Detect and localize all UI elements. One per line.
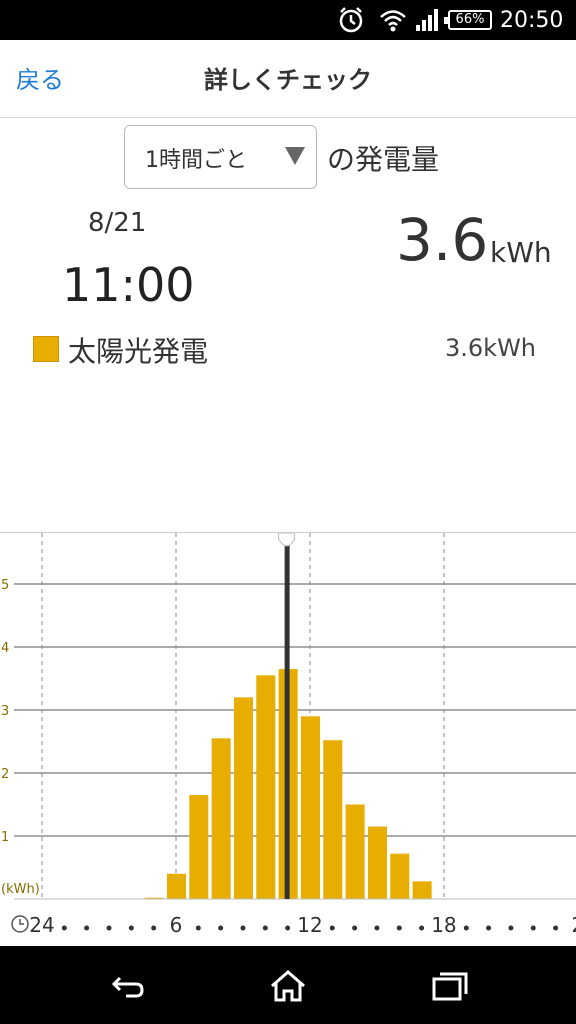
x-tick-dot xyxy=(463,925,469,931)
x-tick-dot xyxy=(218,925,224,931)
y-tick-label: 5 xyxy=(1,578,9,593)
bar[interactable] xyxy=(256,675,276,899)
bar[interactable] xyxy=(300,716,320,899)
total-value: 3.6 xyxy=(396,206,489,274)
selection-cursor[interactable] xyxy=(284,543,290,899)
y-axis-unit: (kWh) xyxy=(1,882,40,897)
selected-date: 8/21 xyxy=(88,208,147,238)
generation-chart[interactable]: 12345(kWh)24612182 xyxy=(0,532,576,946)
home-icon[interactable] xyxy=(264,966,312,1006)
battery-level: 66% xyxy=(444,10,492,30)
back-arrow-icon[interactable] xyxy=(104,966,152,1006)
bar[interactable] xyxy=(189,795,209,899)
nav-bar xyxy=(0,946,576,1024)
x-tick-label: 12 xyxy=(297,913,322,937)
bar[interactable] xyxy=(345,804,365,900)
x-tick-label: 2 xyxy=(572,913,576,937)
x-tick-dot xyxy=(352,925,358,931)
legend-label: 太陽光発電 xyxy=(68,335,209,368)
x-tick-dot xyxy=(419,925,425,931)
x-tick-dot xyxy=(486,925,492,931)
status-bar: 66% 20:50 xyxy=(0,0,576,40)
total-unit: kWh xyxy=(490,236,552,269)
alarm-icon xyxy=(336,0,366,40)
y-tick-label: 1 xyxy=(1,830,9,845)
interval-dropdown-value: 1時間ごと xyxy=(145,148,247,173)
x-tick-dot xyxy=(553,925,559,931)
signal-icon xyxy=(414,0,442,40)
x-tick-dot xyxy=(530,925,536,931)
x-tick-dot xyxy=(61,925,67,931)
x-tick-dot xyxy=(84,925,90,931)
bar[interactable] xyxy=(211,738,231,899)
x-tick-dot xyxy=(262,925,268,931)
legend-value: 3.6kWh xyxy=(445,334,537,362)
bar[interactable] xyxy=(390,853,410,899)
x-tick-label: 6 xyxy=(170,913,183,937)
bar[interactable] xyxy=(166,873,186,899)
legend-swatch xyxy=(33,336,59,362)
x-tick-dot xyxy=(106,925,112,931)
x-tick-dot xyxy=(329,925,335,931)
y-tick-label: 4 xyxy=(1,641,9,656)
selector-suffix: の発電量 xyxy=(327,143,440,176)
status-clock: 20:50 xyxy=(500,7,564,33)
app-bar: 戻る 詳しくチェック xyxy=(0,40,576,118)
y-tick-label: 3 xyxy=(1,704,9,719)
selection-handle[interactable] xyxy=(278,533,296,547)
wifi-icon xyxy=(378,0,408,40)
battery-icon: 66% xyxy=(444,0,492,40)
x-tick-dot xyxy=(128,925,134,931)
x-tick-dot xyxy=(285,925,291,931)
y-tick-label: 2 xyxy=(1,767,9,782)
chart-svg[interactable]: 12345(kWh)24612182 xyxy=(0,533,576,947)
x-tick-dot xyxy=(240,925,246,931)
page-title: 詳しくチェック xyxy=(204,66,372,94)
recents-icon[interactable] xyxy=(426,966,474,1006)
dropdown-arrow-icon xyxy=(285,147,305,165)
x-tick-dot xyxy=(396,925,402,931)
x-tick-label: 24 xyxy=(29,913,54,937)
x-tick-label: 18 xyxy=(431,913,456,937)
bar[interactable] xyxy=(233,697,253,899)
interval-dropdown[interactable]: 1時間ごと xyxy=(124,125,317,189)
x-tick-dot xyxy=(195,925,201,931)
bar[interactable] xyxy=(323,740,343,899)
clock-icon-hands xyxy=(19,919,24,925)
bar[interactable] xyxy=(367,826,387,899)
x-tick-dot xyxy=(151,925,157,931)
selected-time: 11:00 xyxy=(62,258,195,312)
x-tick-dot xyxy=(508,925,514,931)
bar[interactable] xyxy=(412,881,432,899)
x-tick-dot xyxy=(374,925,380,931)
